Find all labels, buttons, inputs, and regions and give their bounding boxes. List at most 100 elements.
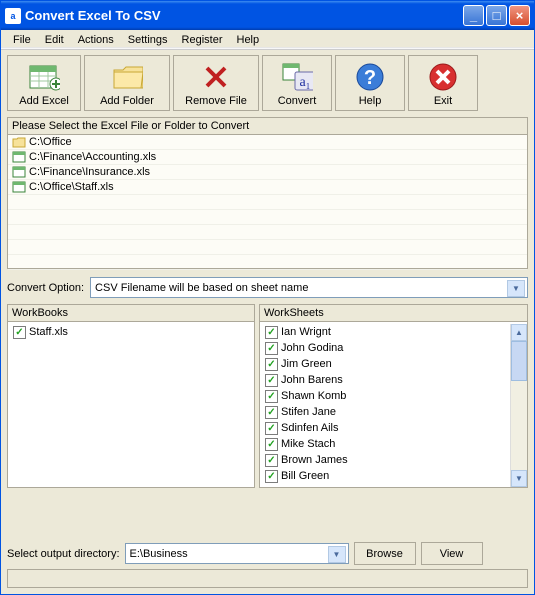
status-bar [7, 569, 528, 588]
checkbox[interactable]: ✓ [265, 454, 278, 467]
worksheet-name: John Godina [281, 342, 343, 354]
scroll-track[interactable] [511, 381, 527, 470]
convert-option-select[interactable]: CSV Filename will be based on sheet name [90, 277, 528, 298]
convert-option-label: Convert Option: [7, 282, 84, 294]
checkbox[interactable]: ✓ [265, 438, 278, 451]
remove-file-button[interactable]: Remove File [173, 55, 259, 111]
worksheet-item[interactable]: ✓Mike Stach [263, 436, 509, 452]
help-button[interactable]: ? Help [335, 55, 405, 111]
exit-icon [427, 61, 459, 93]
add-excel-button[interactable]: Add Excel [7, 55, 81, 111]
checkbox[interactable]: ✓ [265, 374, 278, 387]
excel-file-icon [12, 166, 26, 178]
worksheet-item[interactable]: ✓Sdinfen Ails [263, 420, 509, 436]
scroll-up-button[interactable]: ▲ [511, 324, 527, 341]
menu-file[interactable]: File [7, 32, 37, 48]
file-list-item[interactable]: C:\Finance\Insurance.xls [8, 165, 527, 180]
minimize-button[interactable]: _ [463, 5, 484, 26]
excel-file-icon [12, 181, 26, 193]
worksheets-header[interactable]: WorkSheets [260, 305, 527, 322]
worksheet-name: Jim Green [281, 358, 332, 370]
convert-option-row: Convert Option: CSV Filename will be bas… [7, 273, 528, 300]
toolbar: Add Excel Add Folder Remove File a₁ Conv… [1, 50, 534, 115]
menu-edit[interactable]: Edit [39, 32, 70, 48]
file-list-body[interactable]: C:\OfficeC:\Finance\Accounting.xlsC:\Fin… [8, 135, 527, 270]
worksheet-item[interactable]: ✓John Barens [263, 372, 509, 388]
workbooks-body[interactable]: ✓Staff.xls [8, 322, 254, 487]
maximize-button[interactable]: □ [486, 5, 507, 26]
file-list-empty-row [8, 240, 527, 255]
view-button[interactable]: View [421, 542, 483, 565]
workbooks-panel: WorkBooks ✓Staff.xls [7, 304, 255, 488]
menu-settings[interactable]: Settings [122, 32, 174, 48]
excel-file-icon [12, 151, 26, 163]
worksheets-scrollbar[interactable]: ▲ ▼ [510, 324, 527, 487]
remove-icon [200, 61, 232, 93]
file-list-item[interactable]: C:\Office [8, 135, 527, 150]
checkbox[interactable]: ✓ [265, 470, 278, 483]
worksheet-name: Bill Green [281, 470, 329, 482]
checkbox[interactable]: ✓ [265, 406, 278, 419]
window-title: Convert Excel To CSV [25, 8, 463, 23]
worksheet-item[interactable]: ✓Jim Green [263, 356, 509, 372]
help-icon: ? [354, 61, 386, 93]
worksheets-body[interactable]: ✓Ian Wrignt✓John Godina✓Jim Green✓John B… [260, 322, 527, 487]
output-directory-value: E:\Business [130, 548, 188, 560]
file-list-item[interactable]: C:\Office\Staff.xls [8, 180, 527, 195]
menu-help[interactable]: Help [231, 32, 266, 48]
convert-option-value: CSV Filename will be based on sheet name [95, 282, 308, 294]
excel-add-icon [28, 61, 60, 93]
file-path: C:\Finance\Insurance.xls [29, 166, 150, 178]
bottom-area: Select output directory: E:\Business Bro… [1, 536, 534, 594]
tool-label: Add Folder [100, 95, 154, 107]
checkbox[interactable]: ✓ [13, 326, 26, 339]
worksheet-item[interactable]: ✓Shawn Komb [263, 388, 509, 404]
titlebar[interactable]: a Convert Excel To CSV _ □ × [1, 1, 534, 30]
close-button[interactable]: × [509, 5, 530, 26]
browse-button[interactable]: Browse [354, 542, 416, 565]
worksheet-item[interactable]: ✓John Godina [263, 340, 509, 356]
menu-actions[interactable]: Actions [72, 32, 120, 48]
add-folder-button[interactable]: Add Folder [84, 55, 170, 111]
menu-register[interactable]: Register [176, 32, 229, 48]
worksheet-name: Mike Stach [281, 438, 335, 450]
worksheet-name: Ian Wrignt [281, 326, 331, 338]
worksheets-panel: WorkSheets ✓Ian Wrignt✓John Godina✓Jim G… [259, 304, 528, 488]
convert-icon: a₁ [281, 61, 313, 93]
folder-icon [111, 61, 143, 93]
checkbox[interactable]: ✓ [265, 342, 278, 355]
checkbox[interactable]: ✓ [265, 358, 278, 371]
worksheet-item[interactable]: ✓Bill Green [263, 468, 509, 484]
output-label: Select output directory: [7, 548, 120, 560]
worksheet-item[interactable]: ✓Stifen Jane [263, 404, 509, 420]
exit-button[interactable]: Exit [408, 55, 478, 111]
file-list-empty-row [8, 255, 527, 270]
tool-label: Remove File [185, 95, 247, 107]
file-list-item[interactable]: C:\Finance\Accounting.xls [8, 150, 527, 165]
menubar: File Edit Actions Settings Register Help [1, 30, 534, 50]
output-directory-select[interactable]: E:\Business [125, 543, 349, 564]
worksheet-item[interactable]: ✓Ian Wrignt [263, 324, 509, 340]
scroll-thumb[interactable] [511, 341, 527, 381]
checkbox[interactable]: ✓ [265, 390, 278, 403]
workbook-item[interactable]: ✓Staff.xls [11, 324, 251, 340]
split-area: WorkBooks ✓Staff.xls WorkSheets ✓Ian Wri… [7, 304, 528, 488]
file-path: C:\Office\Staff.xls [29, 181, 114, 193]
workbooks-header[interactable]: WorkBooks [8, 305, 254, 322]
app-icon: a [5, 8, 21, 24]
worksheet-name: Stifen Jane [281, 406, 336, 418]
convert-button[interactable]: a₁ Convert [262, 55, 332, 111]
tool-label: Exit [434, 95, 452, 107]
checkbox[interactable]: ✓ [265, 326, 278, 339]
file-list-header[interactable]: Please Select the Excel File or Folder t… [8, 118, 527, 135]
worksheet-name: John Barens [281, 374, 343, 386]
tool-label: Add Excel [19, 95, 69, 107]
scroll-down-button[interactable]: ▼ [511, 470, 527, 487]
worksheet-item[interactable]: ✓Brown James [263, 452, 509, 468]
output-row: Select output directory: E:\Business Bro… [7, 542, 528, 565]
tool-label: Convert [278, 95, 317, 107]
file-list-empty-row [8, 225, 527, 240]
worksheet-name: Sdinfen Ails [281, 422, 338, 434]
worksheet-name: Shawn Komb [281, 390, 346, 402]
checkbox[interactable]: ✓ [265, 422, 278, 435]
